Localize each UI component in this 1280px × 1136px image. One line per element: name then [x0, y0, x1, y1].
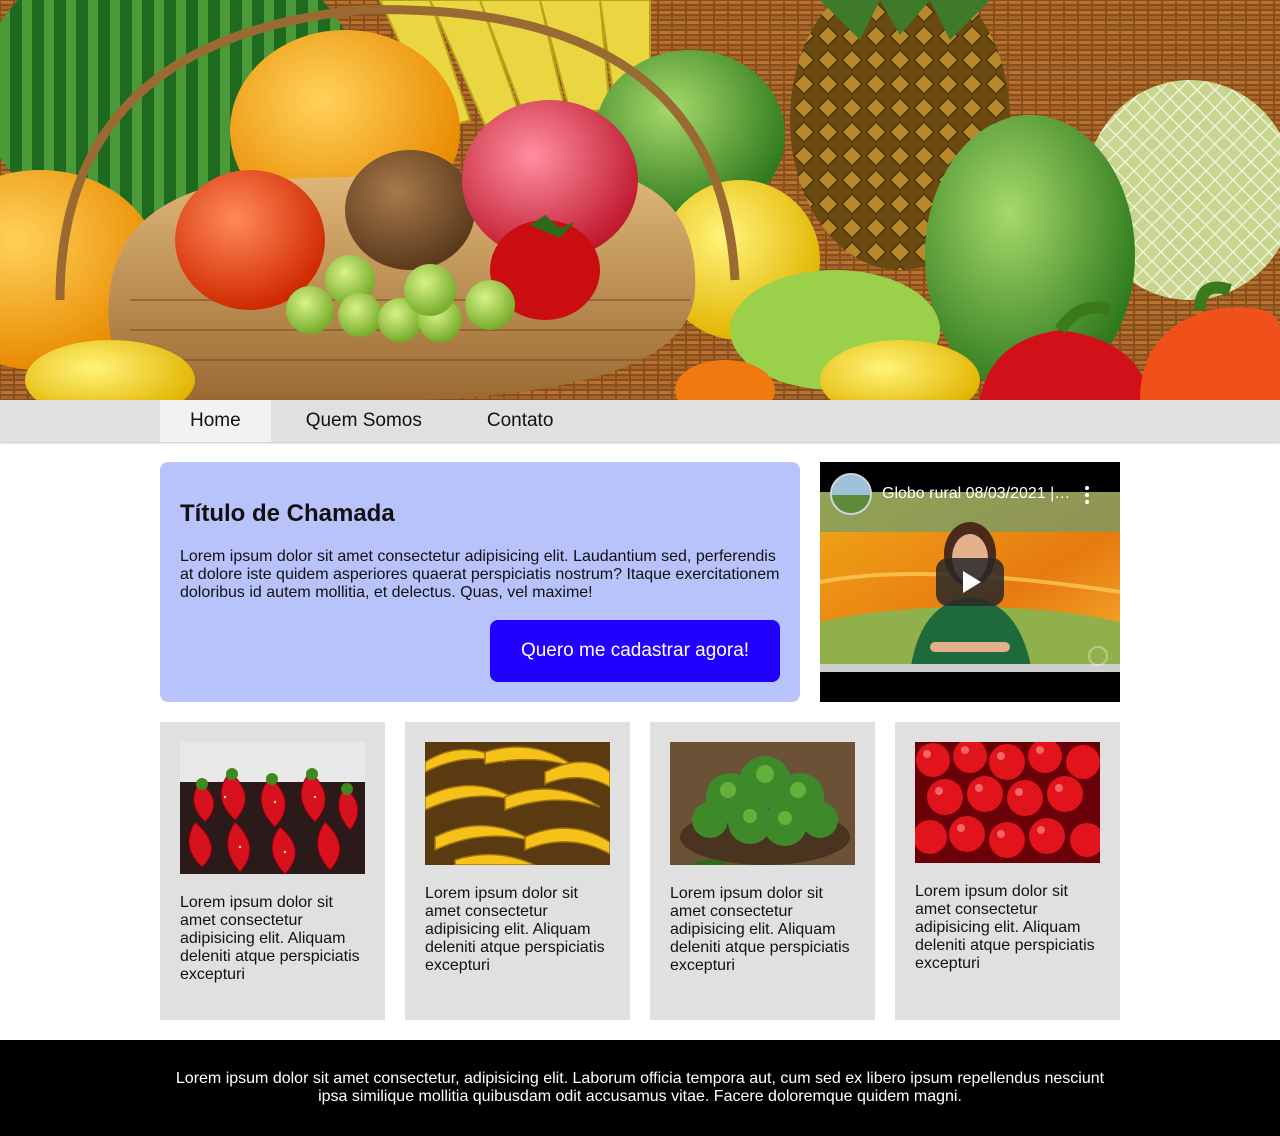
product-card: Lorem ipsum dolor sit amet consectetur a…: [405, 722, 630, 1020]
nav-item-home[interactable]: Home: [160, 400, 271, 442]
footer: Lorem ipsum dolor sit amet consectetur, …: [0, 1040, 1280, 1136]
card-text: Lorem ipsum dolor sit amet consectetur a…: [915, 883, 1095, 972]
nav-item-quem-somos[interactable]: Quem Somos: [271, 400, 457, 442]
nav-item-contato[interactable]: Contato: [457, 400, 584, 442]
footer-text: Lorem ipsum dolor sit amet consectetur, …: [175, 1070, 1105, 1105]
broccoli-image: [670, 742, 855, 865]
signup-button[interactable]: Quero me cadastrar agora!: [490, 620, 780, 682]
card-text: Lorem ipsum dolor sit amet consectetur a…: [425, 885, 605, 974]
video-embed[interactable]: Globo rural 08/03/2021 | Globo rural: [820, 462, 1120, 702]
callout-title: Título de Chamada: [180, 500, 395, 527]
product-card: Lorem ipsum dolor sit amet consectetur a…: [650, 722, 875, 1020]
card-text: Lorem ipsum dolor sit amet consectetur a…: [180, 894, 360, 983]
card-text: Lorem ipsum dolor sit amet consectetur a…: [670, 885, 850, 974]
channel-avatar[interactable]: [830, 473, 872, 515]
callout-box: Título de Chamada Lorem ipsum dolor sit …: [160, 462, 800, 702]
more-options-icon[interactable]: [1084, 486, 1090, 504]
product-card: Lorem ipsum dolor sit amet consectetur a…: [895, 722, 1120, 1020]
watermark-icon: [1088, 646, 1108, 666]
acerola-cherries-image: [915, 742, 1100, 863]
callout-text: Lorem ipsum dolor sit amet consectetur a…: [180, 548, 780, 601]
bananas-image: [425, 742, 610, 865]
product-card: Lorem ipsum dolor sit amet consectetur a…: [160, 722, 385, 1020]
video-title[interactable]: Globo rural 08/03/2021 | Globo rural: [882, 485, 1072, 503]
play-button[interactable]: [936, 558, 1004, 606]
main-nav: Home Quem Somos Contato: [0, 400, 1280, 442]
hero-banner-image: [0, 0, 1280, 400]
play-icon: [963, 571, 981, 593]
strawberries-image: [180, 742, 365, 874]
